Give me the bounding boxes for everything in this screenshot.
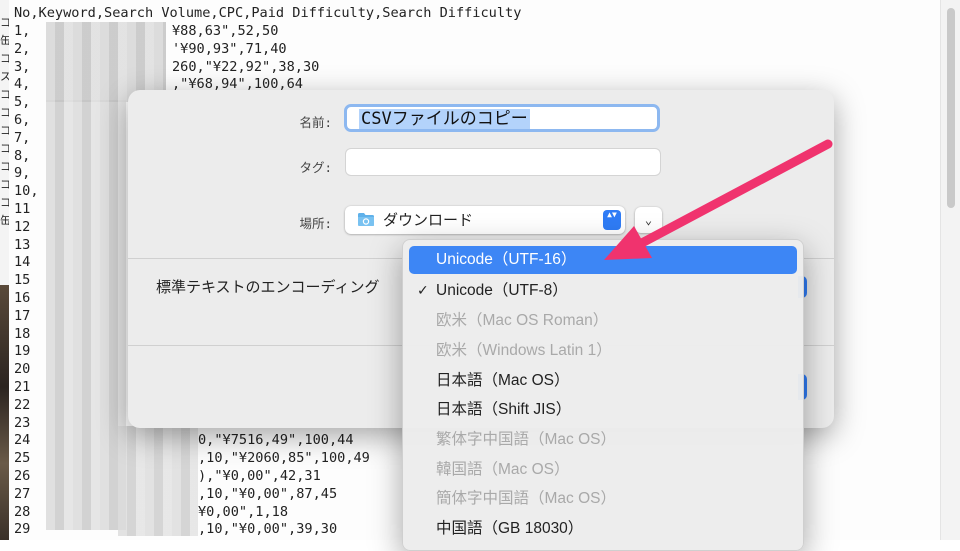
encoding-option[interactable]: 欧米（Mac OS Roman） [409,307,797,335]
tags-input[interactable] [345,148,661,176]
csv-row-number: 11 [14,201,31,217]
csv-row-number: 24 [14,432,31,449]
encoding-option[interactable]: 中国語（GB 18030） [409,515,797,543]
csv-row-number: 1, [14,23,31,39]
csv-row-number: 6, [14,112,31,128]
left-window-char: ス [0,70,9,83]
encoding-option[interactable]: 簡体字中国語（Mac OS） [409,485,797,513]
csv-row-number: 29 [14,521,31,538]
csv-row-values: ,10,"¥0,00",39,30 [198,521,338,538]
csv-row-number: 9, [14,165,31,182]
location-value: ダウンロード [383,211,474,229]
folder-icon [358,213,374,226]
encoding-option[interactable]: 日本語（Shift JIS） [409,396,797,424]
tag-label: タグ: [299,160,332,175]
csv-row-values: ,10,"¥2060,85",100,49 [198,450,370,467]
csv-row-number: 13 [14,236,31,253]
csv-row-number: 15 [14,272,31,289]
csv-row-number: 18 [14,325,31,342]
encoding-menu: Unicode（UTF-16） ✓ Unicode（UTF-8） 欧米（Mac O… [402,239,804,551]
left-window-char: コ [0,124,9,137]
csv-row-number: 25 [14,450,31,467]
csv-row-number: 22 [14,396,31,413]
left-window-char: コ [0,106,9,119]
csv-row-number: 14 [14,254,31,271]
pixelated-keywords [118,426,198,536]
csv-row-values: 0,"¥7516,49",100,44 [198,432,354,449]
left-window-char: コ [0,160,9,173]
encoding-option[interactable]: Unicode（UTF-16） [409,246,797,274]
file-name-input[interactable]: CSVファイルのコピー [344,104,660,132]
left-window-char: コ [0,16,9,29]
encoding-option[interactable]: 繁体字中国語（Mac OS） [409,426,797,454]
encoding-option[interactable]: 韓国語（Mac OS） [409,456,797,484]
csv-row-number: 28 [14,503,31,520]
vertical-scrollbar[interactable] [940,0,960,540]
background-photo [0,285,9,540]
csv-row-values: 260,"¥22,92",38,30 [172,58,320,75]
csv-row-number: 8, [14,147,31,164]
left-window-char: コ [0,178,9,191]
left-window-char: 缶 [0,34,9,47]
location-label: 場所: [299,216,332,231]
csv-row-number: 2, [14,40,31,57]
csv-row-values: ¥0,00",1,18 [198,503,289,520]
csv-header-line: No,Keyword,Search Volume,CPC,Paid Diffic… [14,5,522,21]
chevron-updown-icon: ▲▼ [603,210,621,230]
encoding-option[interactable]: 日本語（Mac OS） [409,367,797,395]
left-window-char: コ [0,196,9,209]
csv-row-number: 16 [14,290,31,306]
csv-row-number: 20 [14,361,31,378]
csv-row-number: 26 [14,468,31,484]
csv-row-number: 5, [14,94,31,111]
pixelated-keywords [46,100,126,530]
encoding-option[interactable]: 欧米（Windows Latin 1） [409,337,797,365]
csv-row-values: ¥88,63",52,50 [172,23,279,39]
encoding-label: 標準テキストのエンコーディング [156,279,380,296]
checkmark-icon: ✓ [417,283,429,299]
name-label: 名前: [299,115,332,130]
csv-row-number: 10, [14,183,39,200]
csv-row-number: 19 [14,343,31,360]
left-window-char: 缶 [0,214,9,227]
left-window-char: コ [0,88,9,101]
scrollbar-thumb[interactable] [947,8,955,208]
csv-row-number: 27 [14,485,31,502]
file-name-value: CSVファイルのコピー [359,109,530,129]
csv-row-number: 12 [14,218,31,235]
csv-row-number: 21 [14,379,31,395]
csv-row-number: 23 [14,414,31,431]
expand-dialog-button[interactable]: ⌄ [635,207,662,233]
csv-row-values: '¥90,93",71,40 [172,40,287,57]
csv-row-values: ,10,"¥0,00",87,45 [198,485,338,502]
location-popup-button[interactable]: ダウンロード ▲▼ [345,206,625,234]
csv-row-number: 3, [14,58,31,75]
left-window-char: コ [0,142,9,155]
csv-row-number: 4, [14,76,31,93]
encoding-option[interactable]: ✓ Unicode（UTF-8） [409,277,797,305]
left-window-char: コ [0,52,9,65]
csv-row-number: 17 [14,307,31,324]
csv-row-number: 7, [14,129,31,146]
csv-row-values: ),"¥0,00",42,31 [198,468,321,484]
